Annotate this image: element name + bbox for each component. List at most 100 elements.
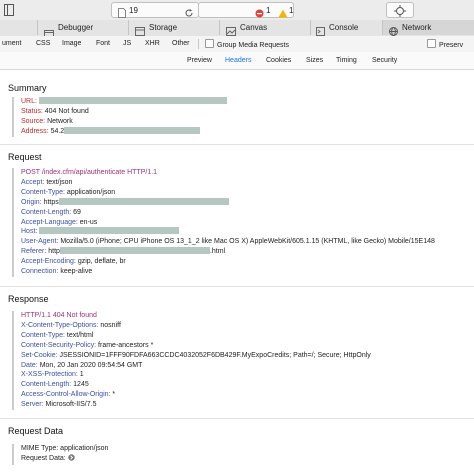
tab-security[interactable]: Security [372,56,397,66]
filter-js[interactable]: JS [123,39,131,49]
divider [0,286,474,287]
header-value: Mon, 20 Jan 2020 09:54:54 GMT [39,361,143,369]
header-key: Content-Length: [21,208,72,216]
address-value: 54.2 [50,127,65,135]
filter-other[interactable]: Other [172,39,190,49]
header-value: Mozilla/5.0 (iPhone; CPU iPhone OS 13_1_… [60,238,435,246]
header-key: Referer: [21,248,47,256]
redacted-block [59,247,210,255]
response-headers-group: HTTP/1.1 404 Not found X-Content-Type-Op… [12,311,371,411]
preserve-log-checkbox[interactable] [427,39,436,48]
response-header-row: Access-Control-Allow-Origin: * [21,390,371,400]
divider [0,144,474,145]
tab-headers[interactable]: Headers [225,56,251,66]
header-key: X-Content-Type-Options: [21,321,99,329]
filter-css[interactable]: CSS [36,39,50,49]
group-media-label: Group Media Requests [217,42,289,49]
request-line: POST /index.cfm/api/authenticate HTTP/1.… [21,169,158,176]
header-value: text/json [46,178,73,186]
request-data-heading: Request Data [8,426,64,436]
preserve-log-toggle[interactable]: Preserv [427,39,463,51]
mime-type-value: application/json [60,445,109,452]
address-key: Address: [21,127,49,135]
response-heading: Response [8,294,49,304]
header-key: Accept-Encoding: [21,258,76,266]
filter-document[interactable]: ument [2,39,21,49]
request-heading: Request [8,152,42,162]
go-to-arrow-icon[interactable] [68,454,75,465]
filter-image[interactable]: Image [62,39,81,49]
header-key: Set-Cookie: [21,351,58,359]
header-value: 1 [79,371,84,379]
redacted-block [39,227,180,235]
header-value: https [43,198,59,206]
status-value: 404 Not found [44,107,89,115]
header-key: Accept-Language: [21,218,78,226]
request-header-row: User-Agent: Mozilla/5.0 (iPhone; CPU iPh… [21,237,435,247]
header-value: application/json [66,188,116,196]
source-key: Source: [21,117,46,125]
panel-tab-bar: Debugger Storage Canvas Console Network [0,20,474,37]
request-headers-group: POST /index.cfm/api/authenticate HTTP/1.… [12,168,435,277]
request-data-group: MIME Type: application/json Request Data… [12,444,108,465]
header-value-tail: .html [209,248,226,256]
response-header-row: Content-Type: text/html [21,331,371,341]
header-value: text/html [66,331,94,339]
header-value: * [112,391,116,399]
tab-count: 19 [129,6,138,15]
tab-storage-label: Storage [149,23,178,32]
divider [0,418,474,419]
redacted-block [38,97,227,104]
summary-status-row: Status: 404 Not found [21,107,227,117]
header-key: Content-Security-Policy: [21,341,97,349]
request-data-row: Request Data: [21,454,108,465]
tab-timing[interactable]: Timing [336,56,357,66]
tab-canvas[interactable]: Canvas [219,20,311,36]
filter-xhr[interactable]: XHR [145,39,160,49]
tab-network[interactable]: Network [382,20,474,36]
request-header-row: Content-Type: application/json [21,188,435,198]
response-header-row: Set-Cookie: JSESSIONID=1FFF90FDFA663CCDC… [21,351,371,361]
tab-preview[interactable]: Preview [187,56,212,66]
issue-counts[interactable]: 1 1 [198,2,294,18]
redacted-block [58,197,229,205]
header-key: X-XSS-Protection: [21,371,78,379]
filter-font[interactable]: Font [96,39,110,49]
group-media-toggle[interactable]: Group Media Requests [205,39,289,51]
response-header-row: Content-Security-Policy: frame-ancestors… [21,341,371,351]
header-key: User-Agent: [21,238,59,246]
tab-cookies[interactable]: Cookies [266,56,291,66]
header-key: Host: [21,228,38,236]
source-value: Network [47,117,73,125]
summary-address-row: Address: 54.2 [21,126,227,137]
header-value: JSESSIONID=1FFF90FDFA663CCDC4032052F6DB4… [59,351,371,359]
element-picker-button[interactable] [386,2,414,18]
url-key: URL: [21,98,37,105]
group-media-checkbox[interactable] [205,39,214,48]
summary-url-row: URL: [21,97,227,107]
header-key: Date: [21,361,38,369]
request-header-row: Origin: https [21,197,435,208]
summary-source-row: Source: Network [21,117,227,127]
sidebar-toggle-icon[interactable] [4,3,14,21]
preserve-log-label: Preserv [439,42,464,49]
tab-console-label: Console [329,23,359,32]
header-key: Connection: [21,268,59,276]
tab-console[interactable]: Console [310,20,383,36]
header-key: Access-Control-Allow-Origin: [21,391,111,399]
header-value: 1245 [73,381,89,389]
request-header-row: Host: [21,227,435,237]
tab-debugger[interactable]: Debugger [37,20,129,37]
response-header-row: Content-Length: 1245 [21,380,371,390]
header-key: Origin: [21,198,42,206]
filter-divider [198,39,199,49]
summary-heading: Summary [8,83,47,93]
tab-canvas-label: Canvas [240,23,268,32]
tab-sizes[interactable]: Sizes [306,56,323,66]
response-header-row: X-XSS-Protection: 1 [21,370,371,380]
filter-bar: ument CSS Image Font JS XHR Other Group … [0,36,474,53]
header-value: nosniff [100,321,121,329]
tab-count-button[interactable]: 19 [111,2,199,18]
tab-storage[interactable]: Storage [128,20,220,36]
response-header-row: Date: Mon, 20 Jan 2020 09:54:54 GMT [21,361,371,371]
